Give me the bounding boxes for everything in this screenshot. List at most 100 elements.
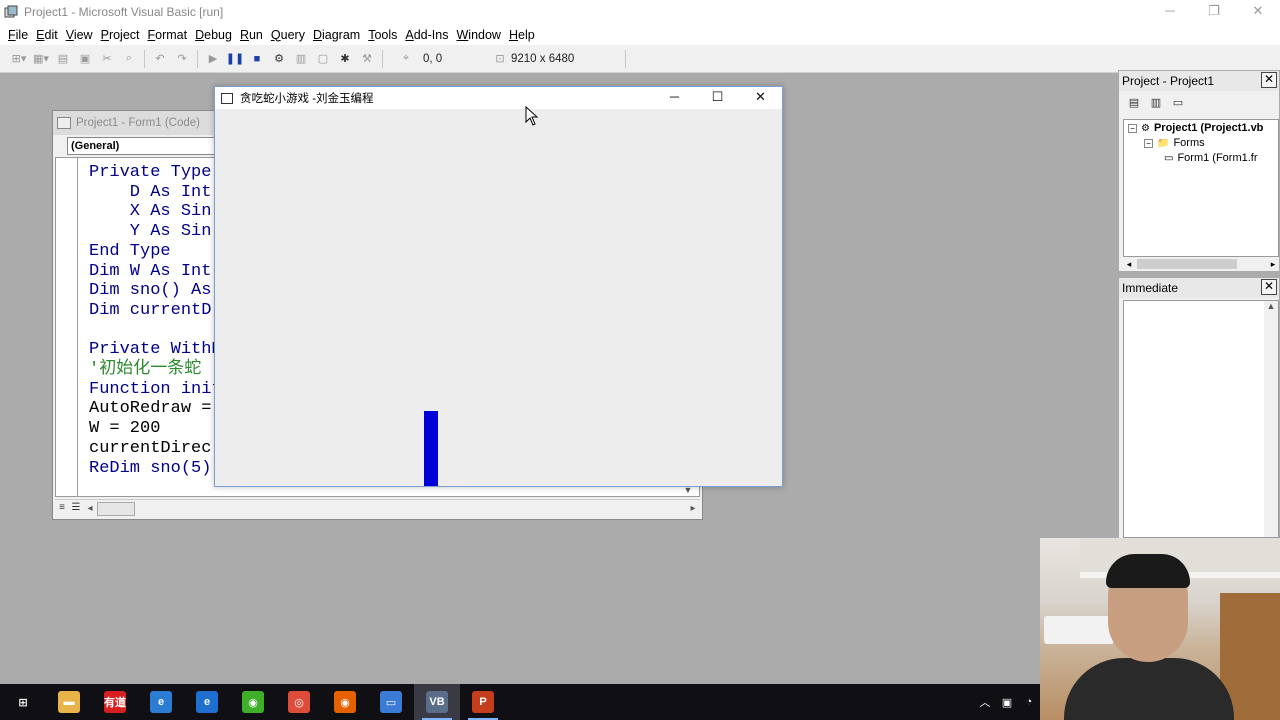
tree-node[interactable]: − 📁 Forms [1144, 137, 1205, 149]
code-line[interactable]: ReDim sno(5) [89, 459, 222, 479]
taskbar-browser-360[interactable]: ◉ [230, 684, 276, 720]
game-minimize-button[interactable]: ─ [653, 87, 696, 109]
scroll-down-icon[interactable]: ▼ [680, 485, 696, 499]
minimize-button[interactable]: ─ [1148, 0, 1192, 24]
tree-node[interactable]: − ⚙ Project1 (Project1.vb [1128, 122, 1263, 134]
menu-debug[interactable]: Debug [191, 28, 236, 42]
taskbar-internet-explorer[interactable]: e [138, 684, 184, 720]
immediate-close-button[interactable]: ✕ [1261, 279, 1277, 295]
restore-button[interactable]: ❐ [1192, 0, 1236, 24]
scroll-right-icon[interactable]: ▸ [686, 503, 700, 514]
immediate-title-bar[interactable]: Immediate ✕ [1119, 278, 1279, 298]
toolbox-icon[interactable]: ⚒ [356, 48, 378, 70]
code-horizontal-scrollbar[interactable]: ≡ ☰ ◂ ▸ [55, 499, 700, 517]
taskbar-firefox[interactable]: ◉ [322, 684, 368, 720]
break-icon[interactable]: ❚❚ [224, 48, 246, 70]
menu-run[interactable]: Run [236, 28, 267, 42]
code-line[interactable]: D As Int [89, 183, 222, 203]
object-browser-icon[interactable]: ✱ [334, 48, 356, 70]
toggle-folders-icon[interactable]: ▭ [1167, 96, 1189, 109]
code-line[interactable]: Dim sno() As [89, 281, 222, 301]
menu-tools[interactable]: Tools [364, 28, 401, 42]
code-text[interactable]: Private Type D As Int X As Sin Y As Sin E… [89, 163, 222, 478]
properties-window-icon[interactable]: ▥ [290, 48, 312, 70]
tree-collapse-icon[interactable]: − [1144, 138, 1153, 148]
full-module-view-icon[interactable]: ☰ [69, 502, 83, 516]
code-line[interactable]: Function init [89, 380, 222, 400]
code-line[interactable]: Private WithE [89, 340, 222, 360]
scroll-thumb[interactable] [97, 501, 135, 516]
code-line[interactable]: Dim W As Int [89, 262, 222, 282]
menu-project[interactable]: Project [97, 28, 144, 42]
tray-app-icon[interactable]: ▣ [996, 696, 1018, 709]
menu-format[interactable]: Format [144, 28, 192, 42]
menu-query[interactable]: Query [267, 28, 309, 42]
taskbar-start[interactable]: ⊞ [0, 684, 46, 720]
procedure-view-icon[interactable]: ≡ [55, 502, 69, 516]
immediate-panel[interactable]: Immediate ✕ ▲ [1118, 277, 1280, 540]
menu-view[interactable]: View [62, 28, 97, 42]
code-line[interactable] [89, 321, 222, 341]
scroll-right-icon[interactable]: ▸ [1267, 259, 1279, 270]
taskbar-remote-desktop[interactable]: ▭ [368, 684, 414, 720]
taskbar-powerpoint[interactable]: P [460, 684, 506, 720]
start-icon: ⊞ [18, 696, 28, 709]
code-line[interactable]: '初始化一条蛇 [89, 360, 222, 380]
end-icon[interactable]: ■ [246, 48, 268, 70]
project-tree[interactable]: − ⚙ Project1 (Project1.vb − 📁 Forms ▭ Form1 (Fo… [1123, 119, 1279, 257]
taskbar-edge[interactable]: e [184, 684, 230, 720]
immediate-text-area[interactable]: ▲ [1123, 300, 1279, 538]
project-explorer-close-button[interactable]: ✕ [1261, 72, 1277, 88]
game-maximize-button[interactable]: ☐ [696, 87, 739, 109]
project-explorer-title-bar[interactable]: Project - Project1 ✕ [1119, 71, 1279, 91]
view-code-icon[interactable]: ▤ [1123, 96, 1145, 109]
start-icon[interactable]: ▶ [202, 48, 224, 70]
project-horizontal-scrollbar[interactable]: ◂ ▸ [1123, 257, 1279, 271]
menu-file[interactable]: File [4, 28, 32, 42]
cut-icon[interactable]: ✂ [96, 48, 118, 70]
code-line[interactable]: Y As Sin [89, 222, 222, 242]
project-explorer-panel[interactable]: Project - Project1 ✕ ▤ ▥ ▭ − ⚙ Project1 (P… [1118, 70, 1280, 272]
game-window-title-bar[interactable]: 贪吃蛇小游戏 -刘金玉编程 ─ ☐ ✕ [215, 87, 782, 109]
code-line[interactable]: currentDirec [89, 439, 222, 459]
game-close-button[interactable]: ✕ [739, 87, 782, 109]
code-margin-indicator-bar[interactable] [56, 158, 78, 496]
save-icon[interactable]: ▣ [74, 48, 96, 70]
tray-network-icon[interactable]: ◔ [1018, 696, 1040, 708]
scroll-left-icon[interactable]: ◂ [83, 503, 97, 514]
code-line[interactable]: AutoRedraw = [89, 399, 222, 419]
menu-help[interactable]: Help [505, 28, 539, 42]
menu-editor-icon[interactable]: ▤ [52, 48, 74, 70]
immediate-vertical-scrollbar[interactable]: ▲ [1264, 301, 1278, 537]
menu-add-ins[interactable]: Add-Ins [401, 28, 452, 42]
menu-edit[interactable]: Edit [32, 28, 62, 42]
scroll-left-icon[interactable]: ◂ [1123, 259, 1135, 270]
undo-icon[interactable]: ↶ [149, 48, 171, 70]
taskbar-chrome[interactable]: ◎ [276, 684, 322, 720]
close-button[interactable]: ✕ [1236, 0, 1280, 24]
taskbar-youdao-dict[interactable]: 有道 [92, 684, 138, 720]
code-line[interactable]: Dim currentD [89, 301, 222, 321]
code-line[interactable]: X As Sin [89, 202, 222, 222]
menu-window[interactable]: Window [452, 28, 504, 42]
redo-icon[interactable]: ↷ [171, 48, 193, 70]
find-icon[interactable]: ⌕ [118, 48, 140, 70]
snake-game-window[interactable]: 贪吃蛇小游戏 -刘金玉编程 ─ ☐ ✕ [214, 86, 783, 487]
code-line[interactable]: Private Type [89, 163, 222, 183]
code-line[interactable]: W = 200 [89, 419, 222, 439]
project-explorer-icon[interactable]: ⚙ [268, 48, 290, 70]
tree-node[interactable]: ▭ Form1 (Form1.fr [1164, 152, 1258, 164]
scroll-thumb[interactable] [1137, 259, 1237, 269]
tree-collapse-icon[interactable]: − [1128, 123, 1137, 133]
add-project-icon[interactable]: ⊞▾ [8, 48, 30, 70]
add-form-icon[interactable]: ▦▾ [30, 48, 52, 70]
taskbar-file-explorer[interactable]: ▬ [46, 684, 92, 720]
game-canvas[interactable] [215, 109, 782, 486]
code-line[interactable]: End Type [89, 242, 222, 262]
taskbar-visual-basic[interactable]: VB [414, 684, 460, 720]
view-object-icon[interactable]: ▥ [1145, 96, 1167, 109]
menu-diagram[interactable]: Diagram [309, 28, 364, 42]
form-layout-icon[interactable]: ▢ [312, 48, 334, 70]
menu-accelerator-key: W [456, 27, 469, 42]
tray-chevron-icon[interactable]: ︿ [974, 694, 996, 710]
